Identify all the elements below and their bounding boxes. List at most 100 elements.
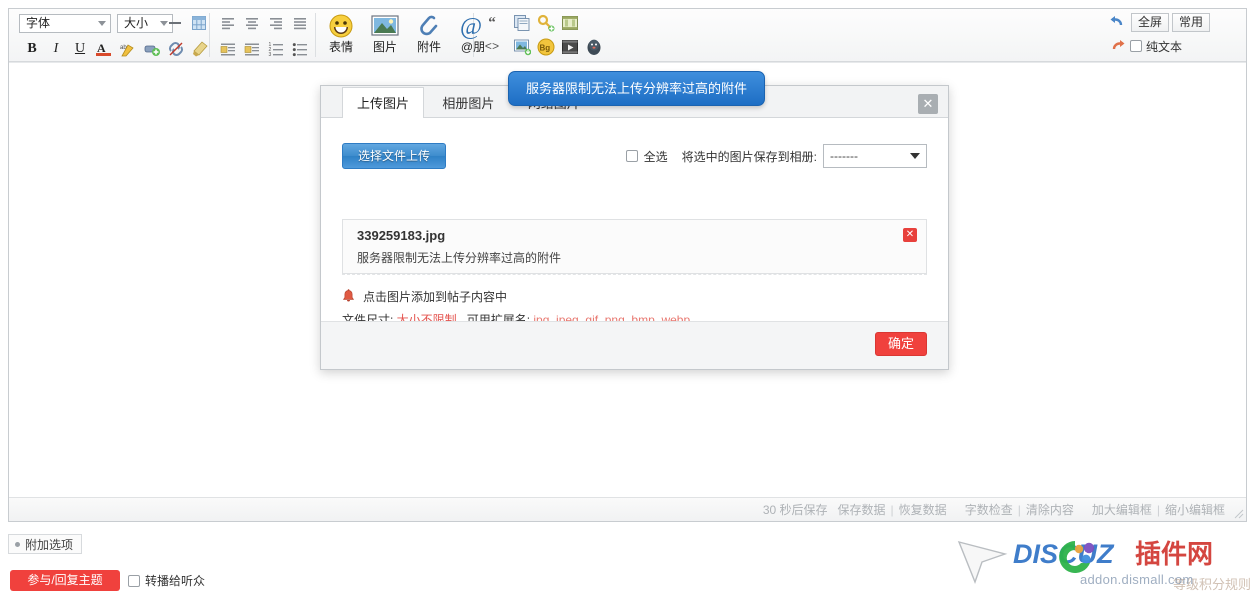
watermark-overlay: 等级积分规则 DISCUZ 插件网 addon.dismall.com: [955, 534, 1255, 599]
click-image-hint: 点击图片添加到帖子内容中: [342, 288, 507, 305]
font-size-value: 大小: [124, 15, 149, 30]
qq-icon[interactable]: [583, 36, 605, 58]
code-icon[interactable]: <>: [481, 36, 503, 58]
upload-error-tooltip: 服务器限制无法上传分辨率过高的附件: [508, 71, 765, 106]
clear-content-link[interactable]: 清除内容: [1021, 501, 1079, 518]
indent-decrease-icon[interactable]: [217, 38, 239, 60]
attachment-button[interactable]: 附件: [409, 12, 449, 58]
remove-link-icon[interactable]: [165, 38, 187, 60]
image-button[interactable]: 图片: [365, 12, 405, 58]
media-icon[interactable]: [559, 12, 581, 34]
delete-file-button[interactable]: ✕: [903, 228, 917, 242]
align-justify-icon[interactable]: [289, 12, 311, 34]
toolbar-separator: [315, 13, 316, 57]
svg-text:3: 3: [269, 52, 272, 57]
attachment-button-label: 附件: [416, 40, 441, 54]
plaintext-checkbox[interactable]: [1130, 40, 1142, 52]
redo-icon[interactable]: [1108, 37, 1128, 56]
background-icon[interactable]: Bg: [535, 36, 557, 58]
font-family-select[interactable]: 字体: [19, 13, 111, 33]
ordered-list-icon[interactable]: 1 2 3: [265, 38, 287, 60]
toolbar-right-row-2: 纯文本: [1108, 34, 1240, 58]
relay-to-followers-option: 转播给听众: [128, 572, 205, 589]
underline-icon[interactable]: U: [69, 38, 91, 60]
uploaded-file-row: 339259183.jpg 服务器限制无法上传分辨率过高的附件 ✕: [342, 219, 927, 274]
align-right-icon[interactable]: [265, 12, 287, 34]
svg-text:DISCUZ: DISCUZ: [1013, 539, 1115, 569]
image-local-icon[interactable]: [511, 36, 533, 58]
confirm-button[interactable]: 确定: [875, 332, 927, 356]
save-data-link[interactable]: 保存数据: [833, 501, 891, 518]
indent-increase-icon[interactable]: [241, 38, 263, 60]
file-error-message: 服务器限制无法上传分辨率过高的附件: [357, 251, 562, 265]
horizontal-rule-icon[interactable]: [164, 12, 186, 34]
bold-icon[interactable]: B: [21, 38, 43, 60]
dialog-controls: 选择文件上传 全选 将选中的图片保存到相册: -------: [342, 143, 927, 171]
key-icon[interactable]: [535, 12, 557, 34]
font-color-icon[interactable]: A: [93, 38, 115, 60]
discuz-addon-logo: DISCUZ 插件网: [1013, 539, 1213, 573]
highlight-color-icon[interactable]: abc: [117, 38, 139, 60]
tab-upload-image[interactable]: 上传图片: [342, 87, 425, 118]
shrink-editor-link[interactable]: 缩小编辑框: [1160, 501, 1230, 518]
toolbar-separator: [209, 13, 210, 57]
clear-format-icon[interactable]: [189, 38, 211, 60]
image-upload-dialog: 上传图片 相册图片 网络图片 ✕ 选择文件上传 全选 将选中的图片保存到相册: …: [320, 85, 949, 370]
relay-checkbox[interactable]: [128, 574, 140, 587]
restore-data-link[interactable]: 恢复数据: [894, 501, 952, 518]
insert-link-icon[interactable]: [141, 38, 163, 60]
choose-file-upload-button[interactable]: 选择文件上传: [342, 143, 446, 169]
italic-icon[interactable]: I: [45, 38, 67, 60]
close-icon[interactable]: ✕: [918, 94, 938, 114]
click-image-hint-text: 点击图片添加到帖子内容中: [363, 290, 508, 304]
fullscreen-button[interactable]: 全屏: [1131, 12, 1170, 32]
autosave-timer: 30 秒后保存: [762, 503, 828, 517]
common-tools-button[interactable]: 常用: [1172, 12, 1211, 32]
align-left-icon[interactable]: [217, 12, 239, 34]
undo-icon[interactable]: [1108, 13, 1128, 32]
toolbar-right-row-1: 全屏 常用: [1108, 10, 1240, 34]
select-all-label: 全选: [643, 149, 668, 164]
post-reply-button[interactable]: 参与/回复主题: [10, 570, 120, 591]
extra-options-button[interactable]: 附加选项: [8, 534, 83, 554]
bullet-icon: [15, 541, 20, 547]
select-all-checkbox[interactable]: [625, 150, 638, 162]
bell-icon: [342, 289, 355, 304]
paperclip-icon: [417, 12, 441, 40]
dialog-footer: 确定: [321, 321, 948, 369]
unordered-list-icon[interactable]: [289, 38, 311, 60]
smiley-button[interactable]: 表情: [321, 12, 361, 58]
album-select[interactable]: -------: [823, 144, 927, 168]
extra-options-label: 附加选项: [25, 537, 74, 552]
word-count-link[interactable]: 字数检查: [960, 501, 1018, 518]
plaintext-label: 纯文本: [1146, 39, 1183, 54]
editor-statusbar: 30 秒后保存 保存数据 | 恢复数据 字数检查 | 清除内容 加大编辑框 | …: [9, 497, 1246, 521]
image-button-label: 图片: [372, 40, 397, 54]
paste-icon[interactable]: [511, 12, 533, 34]
save-to-album-label: 将选中的图片保存到相册:: [681, 149, 817, 164]
dialog-body: 选择文件上传 全选 将选中的图片保存到相册: ------- 339259183…: [321, 118, 948, 327]
image-icon: [371, 12, 399, 40]
chevron-down-icon: [910, 153, 920, 159]
resize-grip[interactable]: [1232, 507, 1244, 519]
align-center-icon[interactable]: [241, 12, 263, 34]
quote-icon[interactable]: “: [481, 12, 503, 34]
editor-shell: 字体 大小 B I U A abc 1 2 3 表情 图片 附件 @ @朋 “ …: [8, 8, 1247, 522]
album-save-controls: 全选 将选中的图片保存到相册: -------: [625, 144, 927, 168]
tab-album-image[interactable]: 相册图片: [427, 87, 509, 118]
svg-text:@: @: [460, 14, 482, 39]
video-icon[interactable]: [559, 36, 581, 58]
svg-text:A: A: [97, 41, 106, 55]
relay-label: 转播给听众: [145, 574, 206, 588]
toolbar-row-1: 字体 大小: [9, 10, 1246, 36]
toolbar-extra-icons: “ <> Bg: [481, 12, 607, 58]
toolbar-right-controls: 全屏 常用 纯文本: [1108, 10, 1240, 60]
toolbar-row-2: B I U A abc 1 2 3: [9, 36, 1246, 62]
toolbar-big-buttons: 表情 图片 附件 @ @朋: [321, 12, 497, 58]
enlarge-editor-link[interactable]: 加大编辑框: [1087, 501, 1157, 518]
cursor-arrow-icon: [955, 536, 1010, 589]
svg-text:插件网: 插件网: [1135, 539, 1213, 569]
watermark-url: addon.dismall.com: [1080, 572, 1194, 587]
smiley-button-label: 表情: [328, 40, 353, 54]
table-icon[interactable]: [188, 12, 210, 34]
